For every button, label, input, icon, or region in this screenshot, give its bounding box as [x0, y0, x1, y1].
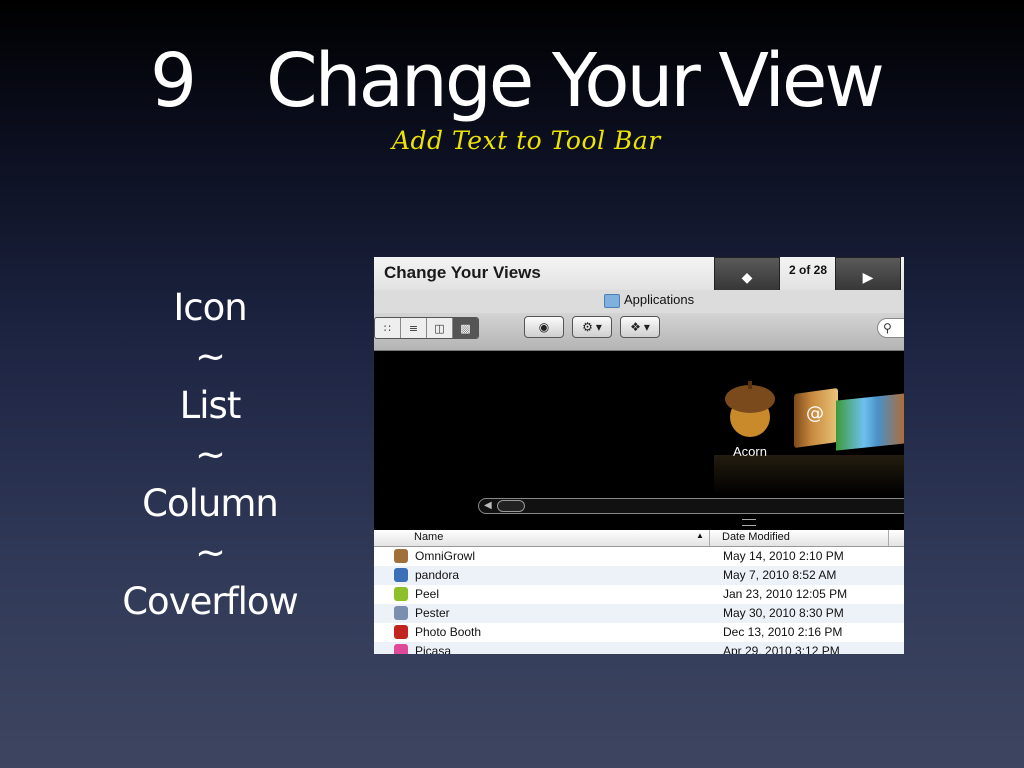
list-item[interactable]: OmniGrowl May 14, 2010 2:10 PM	[374, 547, 904, 566]
view-mode-icon: Icon	[173, 286, 247, 329]
list-header: Name ▲ Date Modified	[374, 530, 904, 547]
file-date: Jan 23, 2010 12:05 PM	[723, 587, 848, 601]
dropbox-menu-button[interactable]: ❖ ▾	[620, 316, 660, 338]
pandora-app-icon	[394, 568, 408, 582]
file-name: Photo Booth	[415, 625, 482, 639]
list-item[interactable]: Picasa Apr 29, 2010 3:12 PM	[374, 642, 904, 654]
coverflow-reflection	[714, 455, 904, 495]
list-item[interactable]: Pester May 30, 2010 8:30 PM	[374, 604, 904, 623]
file-date: May 14, 2010 2:10 PM	[723, 549, 844, 563]
view-modes-list: Icon ~ List ~ Column ~ Coverflow	[100, 283, 320, 626]
view-mode-list: List	[179, 384, 242, 427]
column-header-date[interactable]: Date Modified	[722, 531, 790, 543]
action-menu-button[interactable]: ⚙ ▾	[572, 316, 612, 338]
finder-screenshot: Change Your Views ◆ 2 of 28 ▶ Applicatio…	[374, 257, 904, 654]
coverflow-area: Acorn @ ◀	[374, 351, 904, 531]
pane-splitter[interactable]	[374, 514, 904, 530]
view-separator: ~	[194, 335, 226, 378]
slide-heading: Change Your View	[266, 38, 885, 124]
file-name: OmniGrowl	[415, 549, 476, 563]
slide-number: 9	[150, 38, 197, 124]
window-title: Change Your Views	[384, 263, 541, 282]
search-icon: ⚲	[883, 321, 892, 335]
file-date: May 30, 2010 8:30 PM	[723, 606, 844, 620]
page-counter: 2 of 28	[788, 263, 827, 277]
finder-toolbar: ∷ ≡ ◫ ▩ ◉ ⚙ ▾ ❖ ▾ ⚲	[374, 313, 904, 351]
file-date: Apr 29, 2010 3:12 PM	[723, 644, 840, 654]
picasa-app-icon	[394, 644, 408, 654]
icon-view-icon[interactable]: ∷	[375, 318, 401, 338]
gear-icon: ⚙	[582, 320, 593, 334]
photo-booth-app-icon	[394, 625, 408, 639]
search-field[interactable]: ⚲	[877, 318, 904, 338]
sort-ascending-icon: ▲	[696, 531, 704, 540]
eye-icon: ◉	[538, 320, 550, 334]
pester-app-icon	[394, 606, 408, 620]
list-item[interactable]: Peel Jan 23, 2010 12:05 PM	[374, 585, 904, 604]
scroll-thumb[interactable]	[497, 500, 525, 512]
file-rows: OmniGrowl May 14, 2010 2:10 PM pandora M…	[374, 547, 904, 654]
view-mode-column: Column	[142, 482, 279, 525]
view-separator: ~	[194, 531, 226, 574]
omnigrowl-app-icon	[394, 549, 408, 563]
column-divider	[709, 530, 710, 546]
file-name: Peel	[415, 587, 440, 601]
column-view-icon[interactable]: ◫	[427, 318, 453, 338]
acorn-app-icon[interactable]	[720, 379, 780, 439]
file-list: Name ▲ Date Modified OmniGrowl May 14, 2…	[374, 530, 904, 654]
dropbox-icon: ❖	[630, 320, 641, 334]
coverflow-scrollbar[interactable]: ◀	[478, 498, 904, 514]
coverflow-view-icon[interactable]: ▩	[453, 318, 478, 338]
list-item[interactable]: Photo Booth Dec 13, 2010 2:16 PM	[374, 623, 904, 642]
window-titlebar: Change Your Views ◆ 2 of 28 ▶	[374, 257, 904, 299]
path-label[interactable]: Applications	[624, 292, 694, 307]
peel-app-icon	[394, 587, 408, 601]
chevron-down-icon: ▾	[643, 320, 650, 334]
slide-title: 9 Change Your View	[0, 38, 1024, 128]
diamond-icon: ◆	[741, 270, 753, 286]
folder-icon	[604, 294, 620, 308]
app-folder-icons[interactable]	[836, 393, 904, 451]
splitter-handle-icon[interactable]	[742, 519, 756, 526]
quicklook-button[interactable]: ◉	[524, 316, 564, 338]
file-date: May 7, 2010 8:52 AM	[723, 568, 837, 582]
file-name: Pester	[415, 606, 450, 620]
column-header-name[interactable]: Name	[414, 531, 443, 543]
file-date: Dec 13, 2010 2:16 PM	[723, 625, 843, 639]
column-divider	[888, 530, 889, 546]
play-icon: ▶	[862, 270, 874, 286]
view-segmented-control: ∷ ≡ ◫ ▩	[374, 317, 479, 339]
slide-subtitle: Add Text to Tool Bar	[392, 126, 661, 155]
file-name: pandora	[415, 568, 460, 582]
view-separator: ~	[194, 433, 226, 476]
at-sign-icon: @	[806, 403, 824, 424]
path-bar: Applications	[374, 290, 904, 313]
list-item[interactable]: pandora May 7, 2010 8:52 AM	[374, 566, 904, 585]
list-view-icon[interactable]: ≡	[401, 318, 427, 338]
view-mode-coverflow: Coverflow	[122, 580, 299, 623]
file-name: Picasa	[415, 644, 452, 654]
chevron-down-icon: ▾	[595, 320, 602, 334]
scroll-left-icon[interactable]: ◀	[484, 499, 492, 513]
